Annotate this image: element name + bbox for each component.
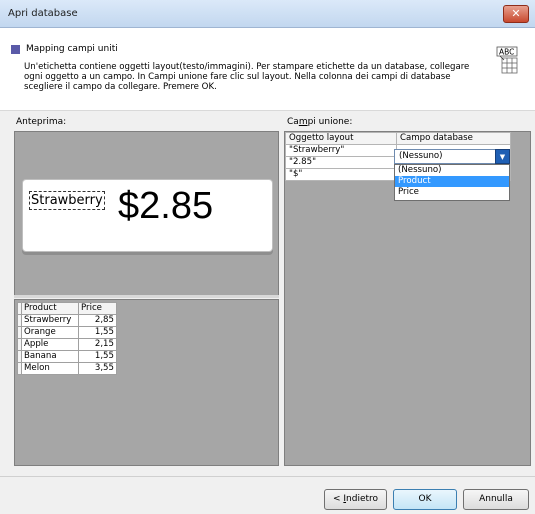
table-row: Strawberry 2,85 <box>17 314 117 327</box>
merge-table-header: Oggetto layout Campo database <box>285 132 511 145</box>
layout-text-object[interactable]: Strawberry <box>29 191 105 210</box>
close-icon: ✕ <box>511 7 521 20</box>
dropdown-option-price[interactable]: Price <box>395 187 509 198</box>
preview-splitter[interactable] <box>14 295 279 298</box>
abc-merge-icon: ABC <box>496 46 520 76</box>
instructions-text: Un'etichetta contiene oggetti layout(tes… <box>24 62 470 92</box>
table-row: Apple 2,15 <box>17 338 117 351</box>
layout-object-cell[interactable]: "Strawberry" <box>285 144 397 157</box>
table-row: Melon 3,55 <box>17 362 117 375</box>
table-row: Orange 1,55 <box>17 326 117 339</box>
header-divider <box>0 110 535 111</box>
dropdown-option-none[interactable]: (Nessuno) <box>395 165 509 176</box>
database-field-combobox[interactable]: (Nessuno) ▼ <box>394 149 510 164</box>
layout-object-cell[interactable]: "$" <box>285 168 397 181</box>
footer-divider <box>0 476 535 477</box>
section-title: Mapping campi uniti <box>26 44 118 54</box>
ok-button[interactable]: OK <box>393 489 457 510</box>
layout-price-object[interactable]: $2.85 <box>118 184 213 228</box>
merge-fields-label: Campi unione: <box>287 117 353 127</box>
abc-text: ABC <box>499 48 514 57</box>
preview-label: Anteprima: <box>16 117 67 127</box>
combobox-value: (Nessuno) <box>399 151 443 161</box>
table-row: Banana 1,55 <box>17 350 117 363</box>
dropdown-option-product[interactable]: Product <box>395 176 509 187</box>
layout-object-cell[interactable]: "2.85" <box>285 156 397 169</box>
database-field-dropdown: (Nessuno) Product Price <box>394 164 510 201</box>
close-button[interactable]: ✕ <box>503 5 529 23</box>
column-header-layout-object[interactable]: Oggetto layout <box>285 132 397 145</box>
back-button[interactable]: < Indietro <box>324 489 387 510</box>
data-table-header: Product Price <box>17 302 117 315</box>
data-table: Product Price Strawberry 2,85 Orange 1,5… <box>17 302 117 375</box>
window-title: Apri database <box>8 8 78 19</box>
cancel-button[interactable]: Annulla <box>463 489 529 510</box>
section-marker-icon <box>11 45 20 54</box>
chevron-down-icon[interactable]: ▼ <box>495 149 510 164</box>
title-bar: Apri database ✕ <box>0 0 535 28</box>
column-header-product[interactable]: Product <box>21 302 79 315</box>
column-header-database-field[interactable]: Campo database <box>396 132 511 145</box>
column-header-price[interactable]: Price <box>78 302 117 315</box>
